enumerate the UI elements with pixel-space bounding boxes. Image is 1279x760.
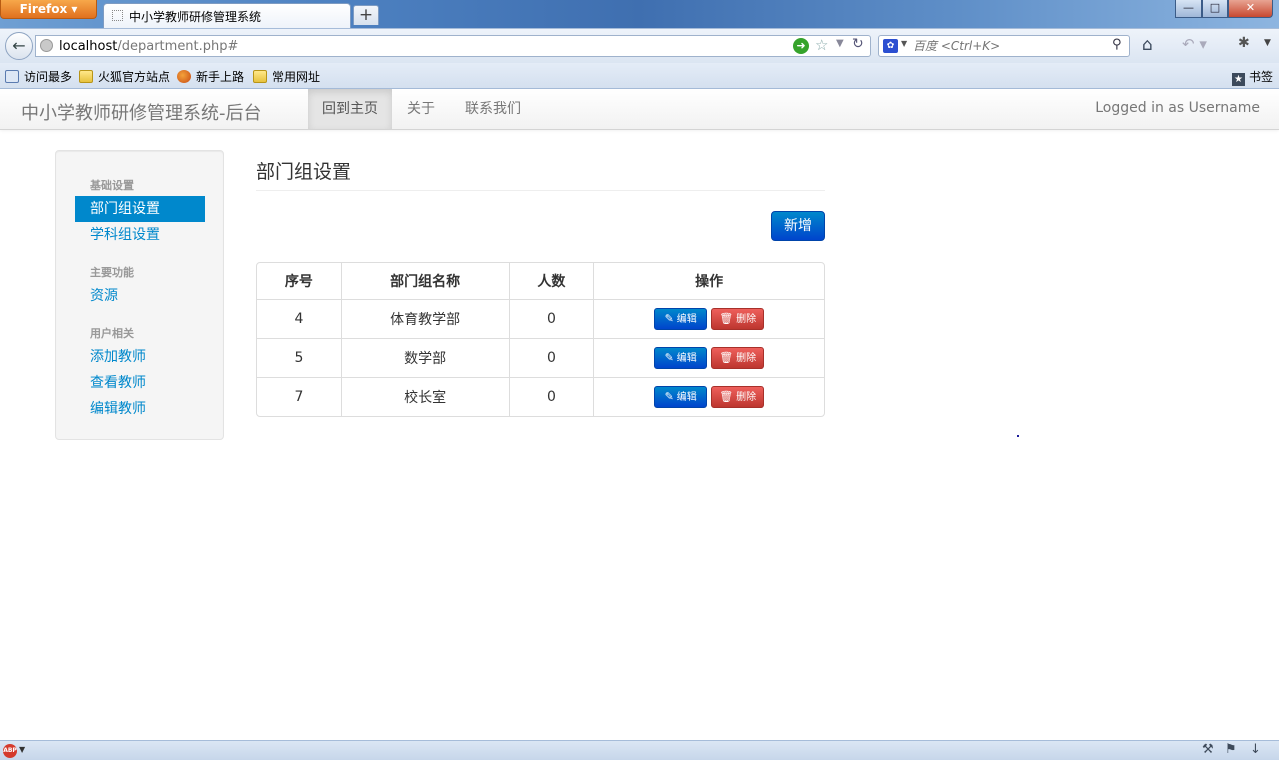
- sidebar: 基础设置 部门组设置 学科组设置 主要功能 资源 用户相关 添加教师 查看教师 …: [55, 150, 224, 440]
- sidebar-header-main: 主要功能: [90, 266, 134, 279]
- trash-icon: 🗑: [719, 390, 734, 403]
- cell-count: 0: [508, 338, 594, 377]
- back-arrow-icon[interactable]: ←: [5, 32, 33, 60]
- bookmark-common-sites[interactable]: 常用网址: [253, 68, 320, 85]
- cell-name: 体育教学部: [340, 299, 509, 338]
- extension-icon[interactable]: ✱: [1238, 35, 1250, 51]
- trash-icon: 🗑: [719, 312, 734, 325]
- edit-icon: ✎: [664, 390, 674, 403]
- search-engine-icon[interactable]: ✿: [883, 39, 898, 53]
- history-dropdown-icon[interactable]: ▼: [836, 38, 844, 49]
- chevron-down-icon[interactable]: ▼: [1264, 38, 1271, 48]
- delete-button[interactable]: 🗑 删除: [711, 347, 765, 369]
- download-arrow-icon[interactable]: ↓: [1250, 742, 1261, 757]
- add-department-button[interactable]: 新增: [771, 211, 825, 241]
- table-row: 7 校长室 0 ✎ 编辑 🗑 删除: [257, 377, 824, 416]
- column-header-count: 人数: [508, 263, 594, 299]
- bookmarks-toolbar: 访问最多 火狐官方站点 新手上路 常用网址 ★ 书签: [0, 63, 1279, 89]
- bookmark-firefox-site[interactable]: 火狐官方站点: [79, 68, 170, 85]
- maximize-icon[interactable]: □: [1202, 0, 1228, 18]
- cell-id: 5: [257, 338, 341, 377]
- tab-title: 中小学教师研修管理系统: [129, 10, 262, 24]
- column-header-actions: 操作: [593, 263, 824, 299]
- folder-icon: [79, 70, 93, 83]
- firefox-logo-icon: [177, 70, 191, 83]
- edit-icon: ✎: [664, 312, 674, 325]
- delete-button[interactable]: 🗑 删除: [711, 308, 765, 330]
- cell-count: 0: [508, 299, 594, 338]
- bookmarks-menu-button[interactable]: ★ 书签: [1231, 68, 1273, 86]
- title-divider: [256, 190, 825, 191]
- sidebar-item-subject[interactable]: 学科组设置: [75, 222, 205, 248]
- browser-titlebar: Firefox ▾ 中小学教师研修管理系统 + — □ ✕: [0, 0, 1279, 28]
- table-row: 5 数学部 0 ✎ 编辑 🗑 删除: [257, 338, 824, 377]
- bookmark-getting-started[interactable]: 新手上路: [177, 68, 244, 85]
- address-bar[interactable]: localhost/department.php# ➜ ☆ ▼ ↻: [35, 35, 871, 57]
- sidebar-header-users: 用户相关: [90, 327, 134, 340]
- table-row: 4 体育教学部 0 ✎ 编辑 🗑 删除: [257, 299, 824, 338]
- cell-actions: ✎ 编辑 🗑 删除: [593, 377, 824, 416]
- home-icon[interactable]: ⌂: [1142, 35, 1153, 55]
- folder-icon: [253, 70, 267, 83]
- site-navbar: 中小学教师研修管理系统-后台 回到主页 关于 联系我们 Logged in as…: [0, 89, 1279, 130]
- site-brand[interactable]: 中小学教师研修管理系统-后台: [21, 99, 262, 125]
- engine-dropdown-icon[interactable]: ▼: [901, 39, 907, 48]
- cell-actions: ✎ 编辑 🗑 删除: [593, 338, 824, 377]
- search-icon[interactable]: ⚲: [1112, 37, 1122, 52]
- table-header-row: 序号 部门组名称 人数 操作: [257, 263, 824, 299]
- cell-count: 0: [508, 377, 594, 416]
- browser-statusbar: ABP ▼ ⚒ ⚑ ↓: [0, 740, 1279, 760]
- url-text[interactable]: localhost/department.php#: [59, 39, 238, 54]
- nav-contact[interactable]: 联系我们: [451, 89, 535, 129]
- adblock-dropdown-icon[interactable]: ▼: [19, 745, 25, 754]
- trash-icon: 🗑: [719, 351, 734, 364]
- nav-home[interactable]: 回到主页: [308, 89, 392, 129]
- edit-icon: ✎: [664, 351, 674, 364]
- most-visited-icon: [5, 70, 19, 83]
- logged-in-status[interactable]: Logged in as Username: [1095, 100, 1260, 116]
- adblock-icon[interactable]: ABP: [3, 744, 17, 758]
- browser-toolbar: ← localhost/department.php# ➜ ☆ ▼ ↻ ✿ ▼ …: [0, 28, 1279, 63]
- cursor-dot: [1017, 435, 1019, 437]
- cell-actions: ✎ 编辑 🗑 删除: [593, 299, 824, 338]
- page-favicon-icon: [112, 10, 123, 21]
- delete-button[interactable]: 🗑 删除: [711, 386, 765, 408]
- sidebar-item-resources[interactable]: 资源: [75, 283, 205, 309]
- search-bar[interactable]: ✿ ▼ ⚲: [878, 35, 1130, 57]
- undo-closed-tab-icon[interactable]: ↶ ▾: [1182, 35, 1207, 53]
- cell-id: 4: [257, 299, 341, 338]
- go-arrow-icon[interactable]: ➜: [793, 38, 809, 54]
- bookmark-most-visited[interactable]: 访问最多: [5, 68, 72, 85]
- bookmarks-star-icon: ★: [1231, 73, 1245, 86]
- sidebar-item-add-teacher[interactable]: 添加教师: [75, 344, 205, 370]
- column-header-name: 部门组名称: [340, 263, 509, 299]
- sidebar-item-edit-teacher[interactable]: 编辑教师: [75, 396, 205, 422]
- cell-name: 数学部: [340, 338, 509, 377]
- close-icon[interactable]: ✕: [1228, 0, 1273, 18]
- edit-button[interactable]: ✎ 编辑: [654, 386, 708, 408]
- flag-icon[interactable]: ⚑: [1225, 742, 1237, 757]
- search-input[interactable]: [913, 38, 1108, 54]
- reload-icon[interactable]: ↻: [852, 36, 864, 52]
- browser-tab[interactable]: 中小学教师研修管理系统: [103, 3, 351, 28]
- firefox-menu-button[interactable]: Firefox ▾: [0, 0, 97, 19]
- department-table: 序号 部门组名称 人数 操作 4 体育教学部 0 ✎ 编辑 🗑 删除 5 数学部 0 …: [256, 262, 825, 417]
- cell-id: 7: [257, 377, 341, 416]
- bookmark-star-icon[interactable]: ☆: [815, 36, 828, 54]
- nav-about[interactable]: 关于: [393, 89, 449, 129]
- edit-button[interactable]: ✎ 编辑: [654, 347, 708, 369]
- new-tab-button[interactable]: +: [353, 5, 379, 25]
- edit-button[interactable]: ✎ 编辑: [654, 308, 708, 330]
- globe-icon: [40, 39, 53, 52]
- minimize-icon[interactable]: —: [1175, 0, 1202, 18]
- sidebar-header-basic: 基础设置: [90, 179, 134, 192]
- cell-name: 校长室: [340, 377, 509, 416]
- wrench-icon[interactable]: ⚒: [1202, 742, 1214, 757]
- page-title: 部门组设置: [256, 161, 352, 183]
- column-header-id: 序号: [284, 274, 313, 290]
- sidebar-item-view-teacher[interactable]: 查看教师: [75, 370, 205, 396]
- sidebar-item-department[interactable]: 部门组设置: [75, 196, 205, 222]
